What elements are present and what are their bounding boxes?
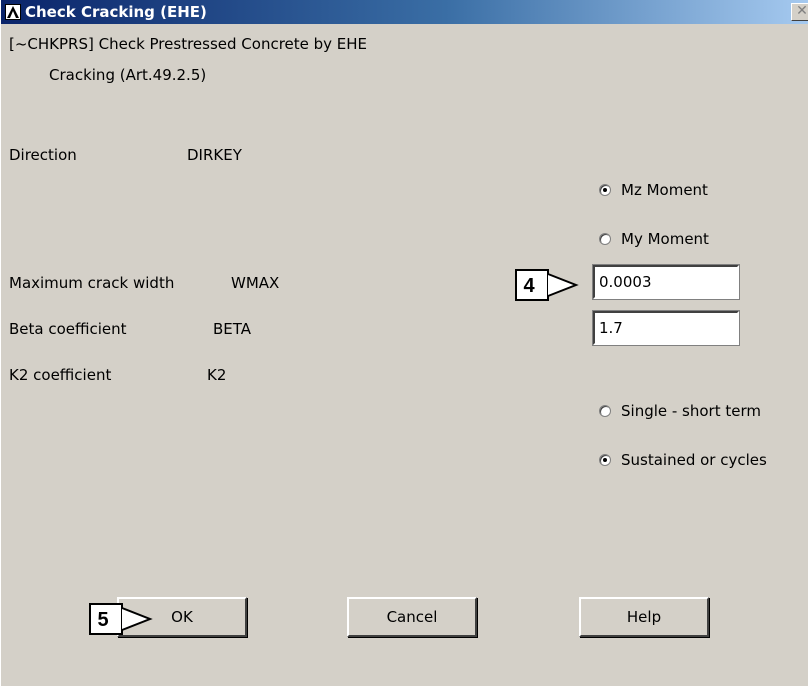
close-icon[interactable]: ✕ — [791, 3, 808, 21]
direction-key: DIRKEY — [187, 146, 242, 164]
title-bar[interactable]: Check Cracking (EHE) ✕ — [1, 0, 808, 24]
radio-sustained-label: Sustained or cycles — [621, 451, 767, 469]
radio-checked-icon — [599, 184, 611, 196]
check-cracking-dialog: Check Cracking (EHE) ✕ [~CHKPRS] Check P… — [0, 0, 808, 686]
radio-checked-icon — [599, 454, 611, 466]
command-subheader: Cracking (Art.49.2.5) — [49, 66, 207, 84]
beta-input[interactable] — [592, 310, 740, 346]
wmax-label: Maximum crack width — [9, 274, 175, 292]
wmax-input[interactable] — [592, 264, 740, 300]
callout-number: 5 — [97, 609, 108, 631]
step-4-callout: 4 — [515, 269, 579, 301]
radio-sustained-or-cycles[interactable]: Sustained or cycles — [599, 449, 767, 471]
radio-mz-moment[interactable]: Mz Moment — [599, 179, 708, 201]
help-button[interactable]: Help — [579, 597, 709, 637]
k2-key: K2 — [207, 366, 227, 384]
callout-arrow-icon — [547, 273, 579, 297]
cancel-button[interactable]: Cancel — [347, 597, 477, 637]
k2-label: K2 coefficient — [9, 366, 112, 384]
callout-number: 4 — [523, 275, 535, 297]
radio-mz-label: Mz Moment — [621, 181, 708, 199]
radio-unchecked-icon — [599, 233, 611, 245]
direction-label: Direction — [9, 146, 77, 164]
command-header: [~CHKPRS] Check Prestressed Concrete by … — [9, 35, 368, 53]
window-title: Check Cracking (EHE) — [25, 3, 207, 21]
callout-arrow-icon — [121, 607, 153, 631]
step-5-callout: 5 — [89, 603, 153, 635]
radio-single-short-term[interactable]: Single - short term — [599, 400, 761, 422]
ansys-logo-icon — [5, 4, 21, 20]
beta-label: Beta coefficient — [9, 320, 127, 338]
radio-unchecked-icon — [599, 405, 611, 417]
radio-single-label: Single - short term — [621, 402, 762, 420]
beta-key: BETA — [213, 320, 252, 338]
radio-my-label: My Moment — [621, 230, 709, 248]
radio-my-moment[interactable]: My Moment — [599, 228, 709, 250]
wmax-key: WMAX — [231, 274, 280, 292]
